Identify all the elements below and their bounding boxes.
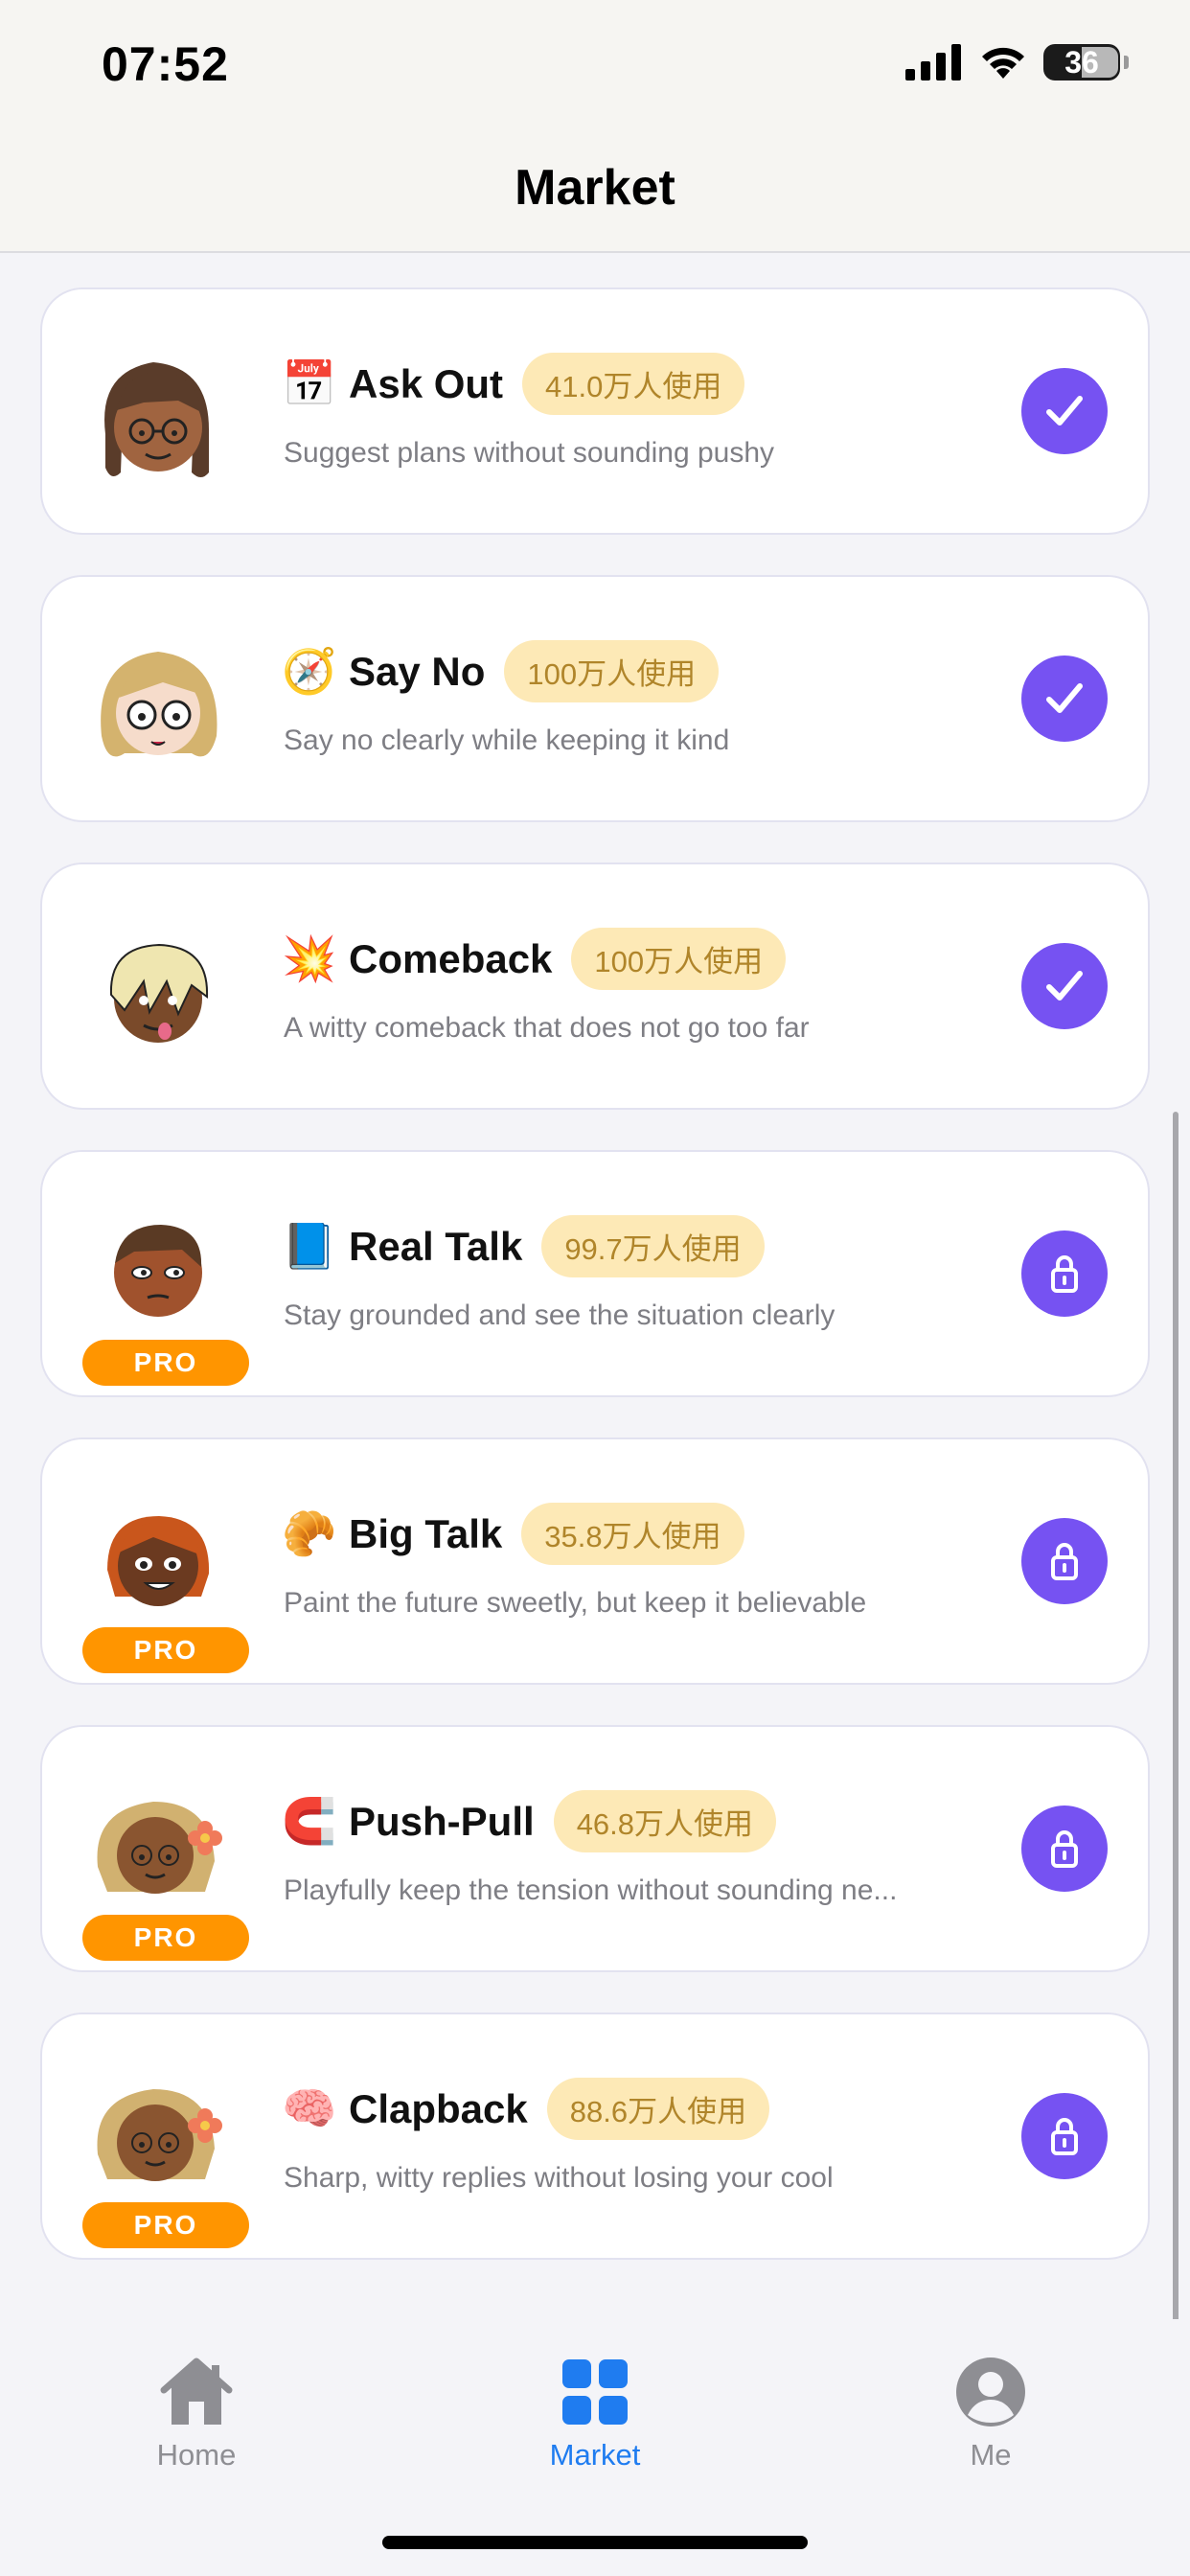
calendar-icon: 📅 (282, 358, 337, 408)
item-description: Playfully keep the tension without sound… (284, 1874, 898, 1906)
item-description: Stay grounded and see the situation clea… (284, 1300, 835, 1331)
lock-icon (1051, 1830, 1078, 1868)
market-card-comeback[interactable]: 💥 Comeback 100万人使用 A witty comeback that… (40, 862, 1150, 1110)
title-row: 🧠 Clapback 88.6万人使用 (282, 2078, 770, 2140)
brain-icon: 🧠 (282, 2083, 337, 2133)
title-row: 🧭 Say No 100万人使用 (282, 640, 720, 702)
wifi-icon (982, 47, 1024, 79)
avatar (104, 362, 209, 477)
usage-badge: 100万人使用 (504, 640, 720, 702)
market-card-ask-out[interactable]: 📅 Ask Out 41.0万人使用 Suggest plans without… (40, 288, 1150, 535)
avatar (109, 943, 209, 1043)
compass-icon: 🧭 (282, 646, 337, 696)
scrollbar[interactable] (1173, 1112, 1179, 2329)
checkmark-button[interactable] (1021, 368, 1108, 454)
battery-level: 36 (1064, 44, 1099, 80)
item-description: A witty comeback that does not go too fa… (284, 1012, 810, 1044)
house-icon (160, 2358, 233, 2425)
item-description: Suggest plans without sounding pushy (284, 437, 775, 469)
checkmark-button[interactable] (1021, 656, 1108, 742)
status-icons: 36 (905, 44, 1129, 80)
tab-label: Market (549, 2438, 641, 2472)
item-description: Sharp, witty replies without losing your… (284, 2162, 834, 2194)
lock-button[interactable] (1021, 1806, 1108, 1892)
status-bar: 07:52 36 (0, 0, 1190, 134)
item-title: Clapback (349, 2085, 528, 2131)
usage-badge: 35.8万人使用 (521, 1503, 744, 1565)
title-row: 🧲 Push-Pull 46.8万人使用 (282, 1790, 777, 1852)
cellular-signal-icon (905, 44, 961, 80)
pro-badge: PRO (82, 1915, 249, 1961)
grid-icon (562, 2359, 628, 2425)
status-time: 07:52 (102, 37, 229, 91)
title-row: 📅 Ask Out 41.0万人使用 (282, 353, 745, 415)
avatar (97, 1802, 222, 1894)
tab-label: Me (970, 2438, 1012, 2472)
lock-icon (1051, 2118, 1078, 2155)
avatar (114, 1225, 202, 1317)
avatar (107, 1516, 210, 1606)
lock-icon (1051, 1255, 1078, 1293)
title-row: 🥐 Big Talk 35.8万人使用 (282, 1503, 744, 1565)
lock-button[interactable] (1021, 1230, 1108, 1317)
market-list: 📅 Ask Out 41.0万人使用 Suggest plans without… (40, 288, 1150, 2300)
market-card-push-pull[interactable]: PRO 🧲 Push-Pull 46.8万人使用 Playfully keep … (40, 1725, 1150, 1972)
usage-badge: 46.8万人使用 (553, 1790, 777, 1852)
battery-icon: 36 (1043, 44, 1120, 80)
item-title: Real Talk (349, 1223, 523, 1269)
pro-badge: PRO (82, 1627, 249, 1673)
item-title: Push-Pull (349, 1798, 535, 1844)
checkmark-icon (1046, 683, 1083, 713)
lock-icon (1051, 1543, 1078, 1580)
magnet-icon: 🧲 (282, 1796, 337, 1846)
title-row: 📘 Real Talk 99.7万人使用 (282, 1215, 765, 1277)
lock-button[interactable] (1021, 1518, 1108, 1604)
avatar (101, 652, 217, 757)
pro-badge: PRO (82, 2202, 249, 2248)
pro-badge: PRO (82, 1340, 249, 1386)
blue-book-icon: 📘 (282, 1221, 337, 1271)
avatar (97, 2089, 222, 2181)
tab-market[interactable]: Market (499, 2356, 691, 2472)
checkmark-icon (1046, 971, 1083, 1000)
usage-badge: 100万人使用 (571, 928, 787, 990)
item-title: Ask Out (349, 360, 504, 406)
person-circle-icon (956, 2358, 1025, 2426)
croissant-icon: 🥐 (282, 1508, 337, 1558)
tab-home[interactable]: Home (101, 2356, 292, 2472)
battery-cap (1124, 56, 1129, 69)
item-title: Say No (349, 648, 486, 694)
collision-icon: 💥 (282, 933, 337, 983)
item-description: Say no clearly while keeping it kind (284, 724, 730, 756)
page-title: Market (515, 160, 675, 216)
item-title: Big Talk (349, 1510, 503, 1556)
usage-badge: 41.0万人使用 (522, 353, 745, 415)
checkmark-icon (1046, 396, 1083, 426)
tab-bar: Home Market Me (0, 2319, 1190, 2576)
item-title: Comeback (349, 935, 553, 981)
tab-me[interactable]: Me (895, 2356, 1087, 2472)
market-card-say-no[interactable]: 🧭 Say No 100万人使用 Say no clearly while ke… (40, 575, 1150, 822)
tab-label: Home (156, 2438, 237, 2472)
item-description: Paint the future sweetly, but keep it be… (284, 1587, 867, 1619)
title-row: 💥 Comeback 100万人使用 (282, 928, 787, 990)
home-indicator[interactable] (382, 2536, 808, 2549)
lock-button[interactable] (1021, 2093, 1108, 2179)
market-card-big-talk[interactable]: PRO 🥐 Big Talk 35.8万人使用 Paint the future… (40, 1438, 1150, 1685)
market-card-clapback[interactable]: PRO 🧠 Clapback 88.6万人使用 Sharp, witty rep… (40, 2012, 1150, 2260)
market-card-real-talk[interactable]: PRO 📘 Real Talk 99.7万人使用 Stay grounded a… (40, 1150, 1150, 1397)
usage-badge: 99.7万人使用 (541, 1215, 765, 1277)
usage-badge: 88.6万人使用 (546, 2078, 770, 2140)
checkmark-button[interactable] (1021, 943, 1108, 1029)
